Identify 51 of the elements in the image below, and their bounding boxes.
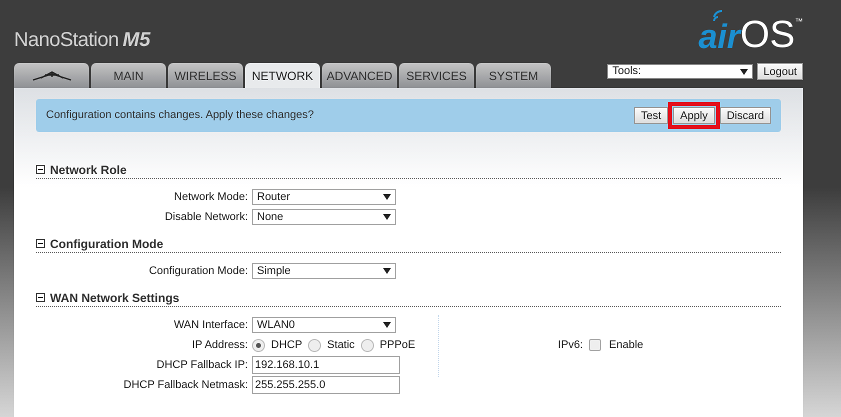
product-name: NanoStation [14, 28, 119, 53]
collapse-icon[interactable] [36, 165, 45, 174]
logo-text: OS [740, 16, 795, 54]
section-title: WAN Network Settings [50, 290, 180, 306]
section-title: Network Role [50, 162, 127, 178]
caret-icon [383, 268, 391, 274]
section-title: Configuration Mode [50, 236, 164, 252]
model-name: M5 [122, 28, 150, 53]
trademark: ™ [795, 18, 803, 26]
caret-icon [383, 322, 391, 328]
antenna-logo-icon [30, 70, 72, 80]
banner-message: Configuration contains changes. Apply these changes? [46, 108, 314, 124]
radio-button[interactable] [252, 338, 265, 352]
field-label: Disable Network: [164, 210, 249, 225]
field-label: IPv6: [556, 338, 584, 353]
field-label: Configuration Mode: [148, 264, 249, 279]
collapse-icon[interactable] [36, 239, 45, 248]
banner-button[interactable]: Test [634, 107, 668, 124]
dropdown[interactable]: WLAN0 [252, 317, 396, 333]
collapse-icon[interactable] [36, 293, 45, 302]
caret-icon [383, 194, 391, 200]
tab[interactable]: MAIN [91, 63, 166, 88]
logout-button[interactable]: Logout [757, 63, 803, 80]
field-label: Network Mode: [173, 190, 249, 205]
field-label: DHCP Fallback IP: [156, 358, 249, 373]
logo-text: air [698, 20, 740, 54]
dropdown[interactable]: Simple [252, 263, 396, 279]
field-label: IP Address: [190, 338, 249, 353]
tab[interactable]: ADVANCED [322, 63, 397, 88]
field-label: DHCP Fallback Netmask: [122, 378, 249, 393]
input-field[interactable]: 255.255.255.0 [252, 376, 400, 394]
tab[interactable]: WIRELESS [168, 63, 243, 88]
radio-label: PPPoE [380, 338, 416, 353]
tools-dropdown[interactable]: Tools: [607, 64, 754, 79]
tab[interactable]: SERVICES [399, 63, 474, 88]
input-field[interactable]: 192.168.10.1 [252, 356, 400, 374]
tab[interactable]: SYSTEM [476, 63, 551, 88]
radio-button[interactable] [360, 338, 374, 352]
radio-label: Static [327, 338, 355, 353]
checkbox[interactable] [589, 339, 601, 351]
caret-icon [383, 214, 391, 220]
banner-button[interactable]: Discard [720, 107, 771, 124]
dropdown[interactable]: Router [252, 189, 396, 205]
radio-label: DHCP [271, 338, 302, 353]
field-label: WAN Interface: [172, 318, 249, 333]
tab[interactable] [14, 63, 89, 88]
caret-icon [740, 68, 748, 74]
radio-button[interactable] [308, 338, 322, 352]
dropdown[interactable]: None [252, 209, 396, 225]
checkbox-label: Enable [609, 338, 644, 353]
tab[interactable]: NETWORK [245, 63, 320, 88]
